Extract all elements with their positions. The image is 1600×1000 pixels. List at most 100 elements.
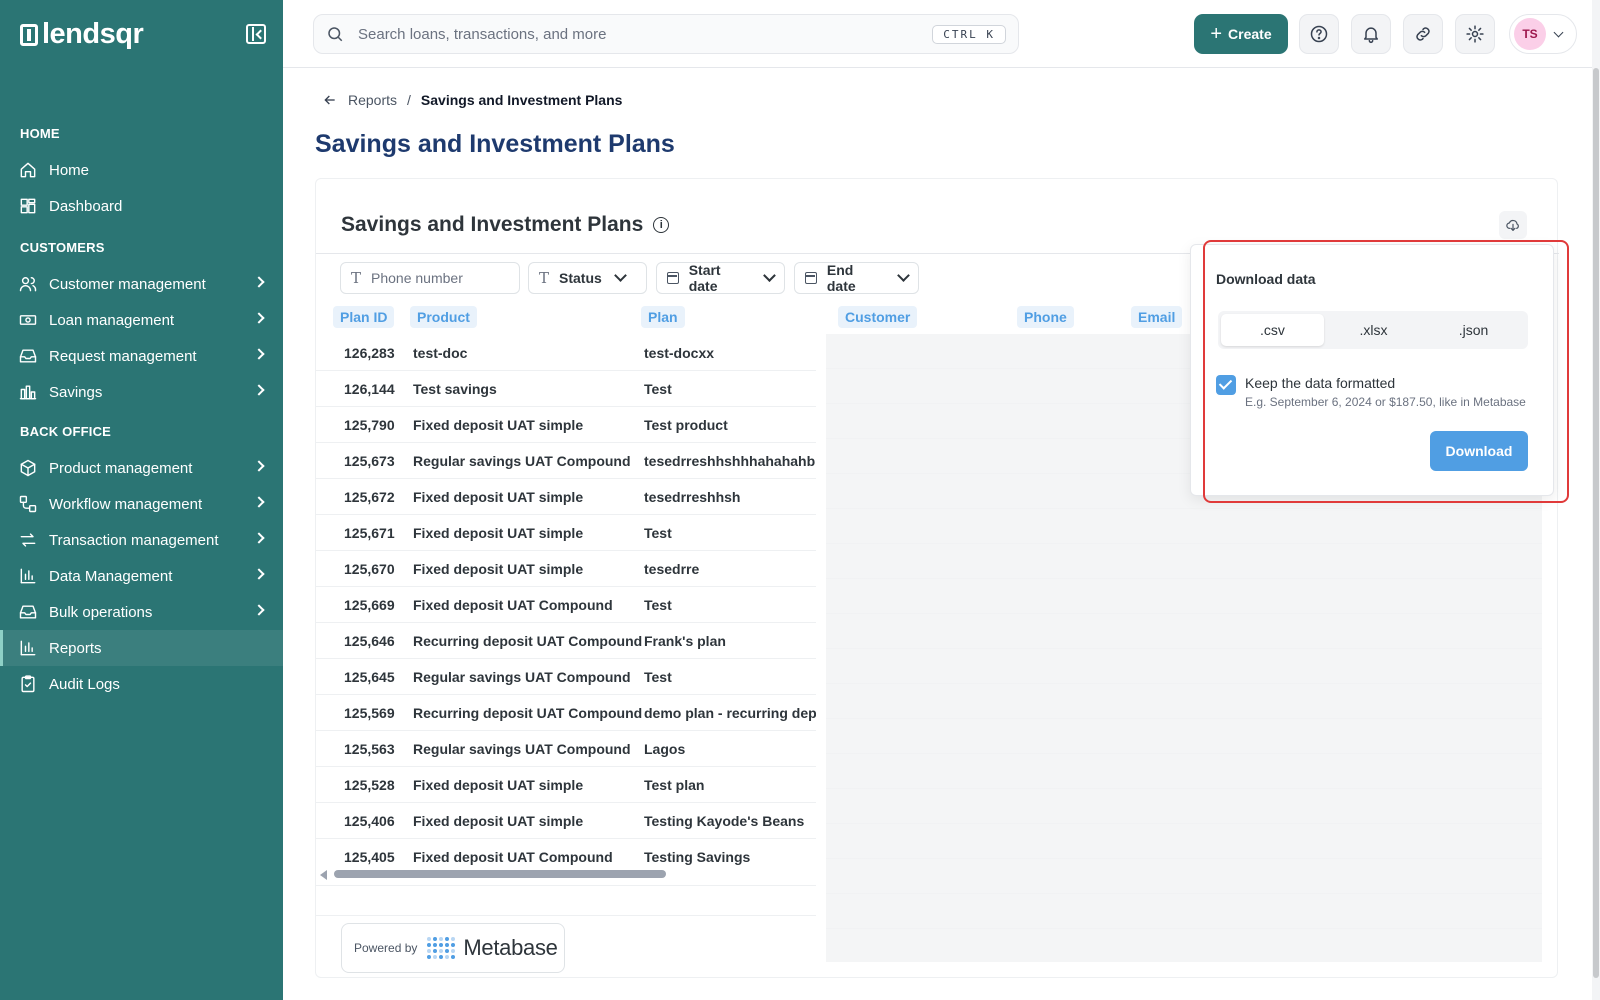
cell-product: Fixed deposit UAT simple <box>413 525 584 541</box>
cell-plan-id: 125,528 <box>344 777 395 793</box>
inbox-icon <box>18 346 38 366</box>
download-button[interactable]: Download <box>1430 431 1528 471</box>
start-date-filter-label: Start date <box>688 262 721 294</box>
chevron-right-icon <box>253 496 265 508</box>
info-icon[interactable]: i <box>653 217 670 233</box>
powered-by-metabase[interactable]: Powered by Metabase <box>341 923 565 973</box>
cell-plan: Test <box>644 597 672 613</box>
table-horizontal-scrollbar[interactable] <box>320 869 816 880</box>
cell-product: Fixed deposit UAT Compound <box>413 849 613 865</box>
cell-plan-id: 125,673 <box>344 453 395 469</box>
start-date-filter[interactable]: Start date <box>656 262 785 294</box>
help-circle-icon <box>1310 25 1328 43</box>
back-arrow-icon[interactable] <box>322 92 338 108</box>
cell-product: Fixed deposit UAT Compound <box>413 597 613 613</box>
column-header-email[interactable]: Email <box>1131 306 1183 328</box>
cell-plan: tesedrreshhsh <box>644 489 741 505</box>
keep-formatted-label[interactable]: Keep the data formatted <box>1245 375 1395 391</box>
sidebar-collapse-icon[interactable] <box>246 24 266 44</box>
help-button[interactable] <box>1299 14 1339 54</box>
metabase-name: Metabase <box>463 935 558 960</box>
calendar-icon <box>667 272 679 284</box>
sidebar-item-request-management[interactable]: Request management <box>0 338 283 374</box>
table-row[interactable]: 125,569 Recurring deposit UAT Compound dem… <box>316 695 816 731</box>
user-menu[interactable]: TS <box>1509 14 1577 54</box>
banknote-icon <box>18 310 38 330</box>
sidebar-item-savings[interactable]: Savings <box>0 374 283 410</box>
table-row[interactable]: 125,406 Fixed deposit UAT simple Testing K… <box>316 803 816 839</box>
table-row[interactable]: 125,563 Regular savings UAT Compound Lagos <box>316 731 816 767</box>
global-search[interactable]: CTRL K <box>313 14 1019 54</box>
sidebar-item-data-management[interactable]: Data Management <box>0 558 283 594</box>
sidebar-item-bulk-operations[interactable]: Bulk operations <box>0 594 283 630</box>
table-row[interactable]: 126,283 test-doc test-docxx <box>316 335 816 371</box>
cell-plan-id: 126,144 <box>344 381 395 397</box>
cell-product: Regular savings UAT Compound <box>413 669 631 685</box>
table-row[interactable]: 125,672 Fixed deposit UAT simple tesedrres… <box>316 479 816 515</box>
end-date-filter[interactable]: End date <box>794 262 919 294</box>
table-row[interactable]: 126,144 Test savings Test <box>316 371 816 407</box>
sidebar-item-home[interactable]: Home <box>0 152 283 188</box>
cell-plan: Frank's plan <box>644 633 726 649</box>
status-filter[interactable]: T Status <box>528 262 647 294</box>
column-header-plan-id[interactable]: Plan ID <box>333 306 395 328</box>
sidebar-item-reports[interactable]: Reports <box>0 630 283 666</box>
breadcrumb-reports-link[interactable]: Reports <box>348 92 397 108</box>
table-row[interactable]: 125,405 Fixed deposit UAT Compound Testing… <box>316 839 816 869</box>
table-row[interactable]: 125,671 Fixed deposit UAT simple Test <box>316 515 816 551</box>
sidebar-item-audit-logs[interactable]: Audit Logs <box>0 666 283 702</box>
table-row[interactable]: 125,645 Regular savings UAT Compound Test <box>316 659 816 695</box>
cell-plan: demo plan - recurring dep <box>644 705 816 721</box>
sidebar-item-label: Product management <box>49 459 193 477</box>
search-input[interactable] <box>358 25 918 43</box>
cloud-download-icon <box>1506 219 1519 231</box>
table-row[interactable]: 125,673 Regular savings UAT Compound tesed… <box>316 443 816 479</box>
cell-plan-id: 125,670 <box>344 561 395 577</box>
table-row[interactable]: 125,669 Fixed deposit UAT Compound Test <box>316 587 816 623</box>
format-option-csv[interactable]: .csv <box>1221 314 1324 346</box>
calendar-icon <box>805 272 817 284</box>
scroll-thumb[interactable] <box>334 870 666 878</box>
table-row[interactable]: 125,528 Fixed deposit UAT simple Test plan <box>316 767 816 803</box>
scroll-left-icon[interactable] <box>320 870 327 880</box>
page-scrollbar[interactable] <box>1592 0 1600 1000</box>
download-results-button[interactable] <box>1499 211 1527 239</box>
chevron-right-icon <box>253 276 265 288</box>
lendsqr-logo[interactable]: lendsqr <box>20 18 144 51</box>
notifications-button[interactable] <box>1351 14 1391 54</box>
chevron-down-icon <box>1553 27 1564 38</box>
column-header-phone[interactable]: Phone <box>1017 306 1074 328</box>
cell-plan-id: 125,645 <box>344 669 395 685</box>
cell-plan: Test plan <box>644 777 705 793</box>
sidebar-item-dashboard[interactable]: Dashboard <box>0 188 283 224</box>
table-row[interactable]: 125,790 Fixed deposit UAT simple Test prod… <box>316 407 816 443</box>
sidebar-item-customer-management[interactable]: Customer management <box>0 266 283 302</box>
sidebar-item-loan-management[interactable]: Loan management <box>0 302 283 338</box>
format-option-xlsx[interactable]: .xlsx <box>1322 314 1425 346</box>
page-scroll-thumb[interactable] <box>1593 68 1599 978</box>
sidebar-item-transaction-management[interactable]: Transaction management <box>0 522 283 558</box>
phone-number-filter[interactable]: T Phone number <box>340 262 520 294</box>
cell-plan: Test <box>644 381 672 397</box>
link-button[interactable] <box>1403 14 1443 54</box>
report-title: Savings and Investment Plans i <box>341 213 670 237</box>
cell-plan: tesedrreshhshhhahahahbbb <box>644 453 816 469</box>
workflow-icon <box>18 494 38 514</box>
column-header-product[interactable]: Product <box>410 306 477 328</box>
table-row[interactable]: 125,670 Fixed deposit UAT simple tesedrre <box>316 551 816 587</box>
create-button[interactable]: + Create <box>1194 14 1288 54</box>
settings-button[interactable] <box>1455 14 1495 54</box>
logo-text: lendsqr <box>42 18 144 50</box>
sidebar-item-product-management[interactable]: Product management <box>0 450 283 486</box>
sidebar-item-label: Audit Logs <box>49 675 120 693</box>
keep-formatted-checkbox[interactable] <box>1216 375 1236 395</box>
column-header-plan[interactable]: Plan <box>641 306 685 328</box>
cell-plan: Lagos <box>644 741 686 757</box>
column-header-customer[interactable]: Customer <box>838 306 918 328</box>
sidebar-item-label: Workflow management <box>49 495 203 513</box>
sidebar-item-workflow-management[interactable]: Workflow management <box>0 486 283 522</box>
format-option-json[interactable]: .json <box>1422 314 1525 346</box>
table-row[interactable]: 125,646 Recurring deposit UAT Compound Fra… <box>316 623 816 659</box>
sidebar-item-label: Reports <box>49 639 102 657</box>
cell-plan: Testing Kayode's Beans <box>644 813 805 829</box>
